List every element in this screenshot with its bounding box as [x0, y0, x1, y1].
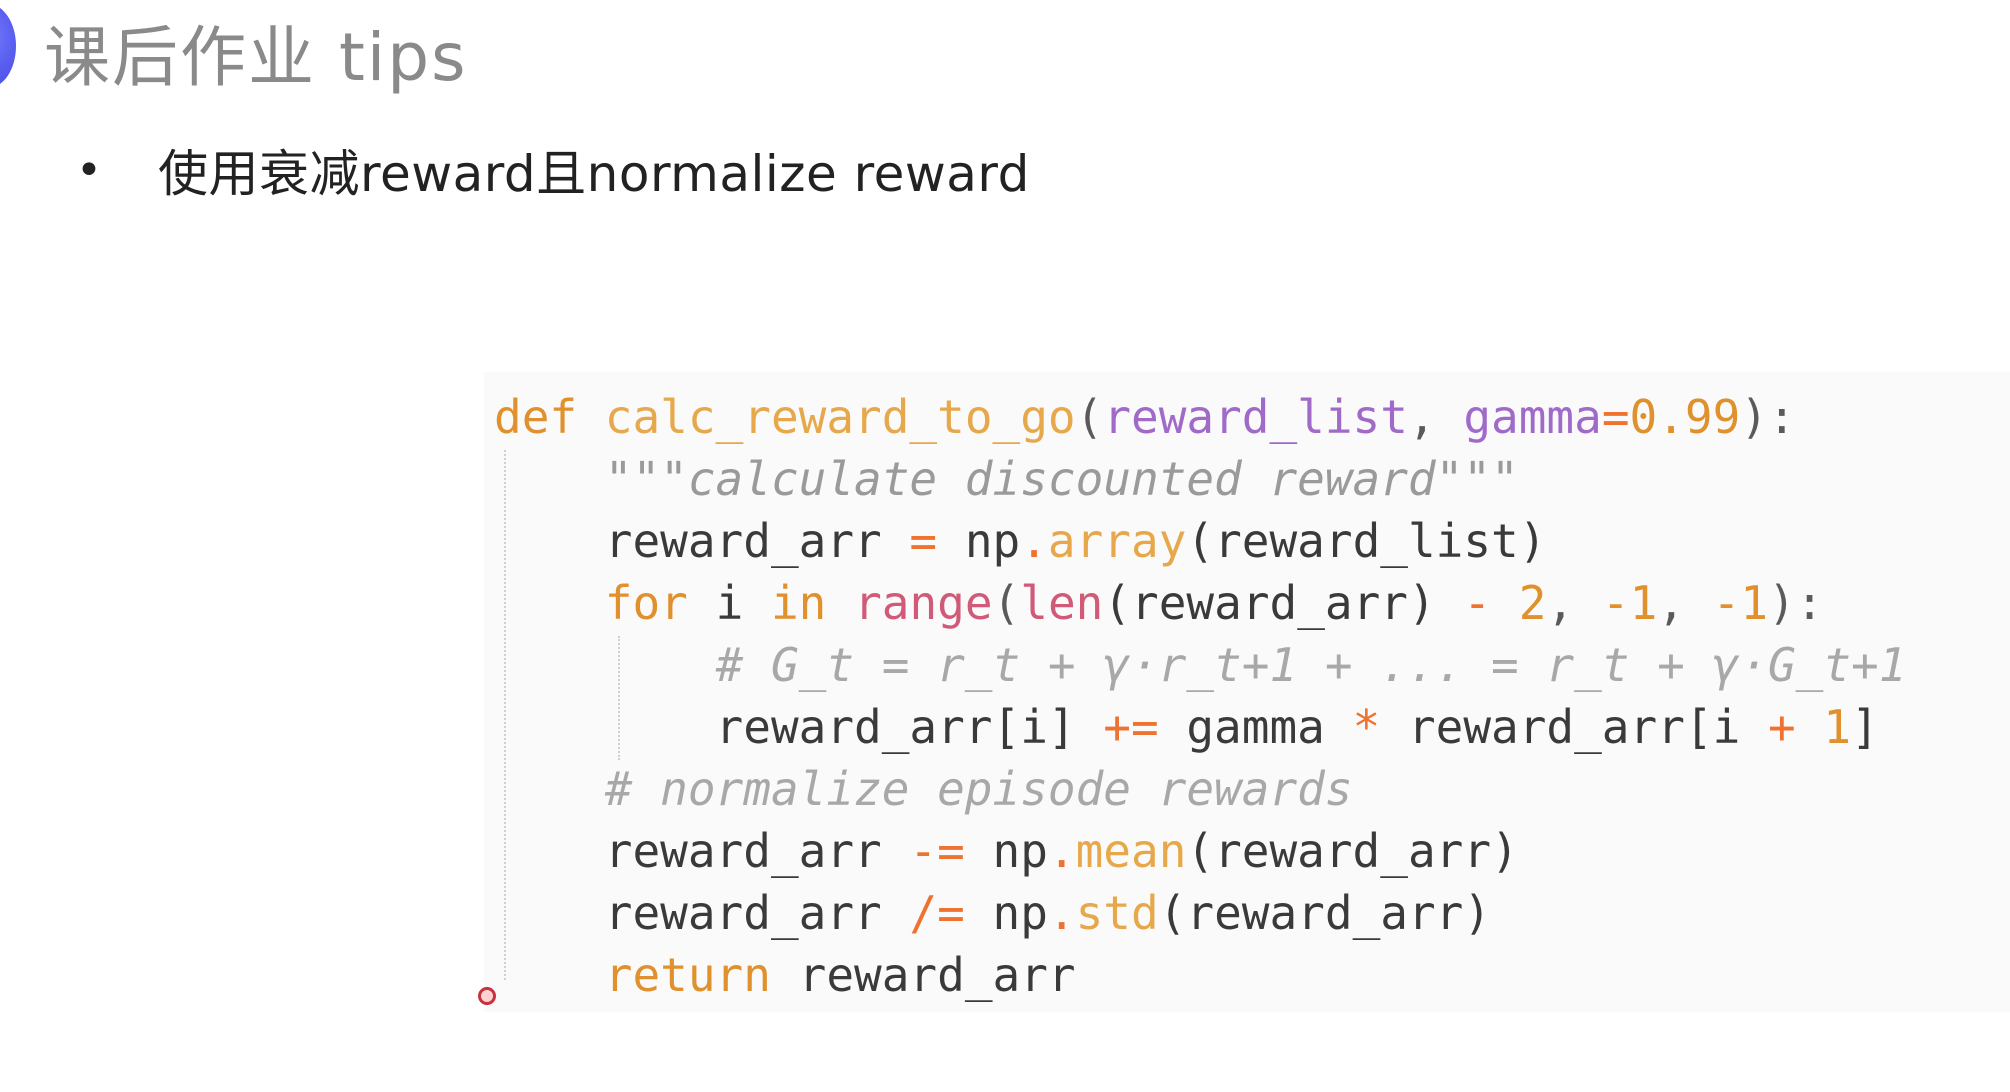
code-line: """calculate discounted reward"""	[494, 448, 1906, 510]
code-token: std	[1075, 886, 1159, 940]
code-token: return	[604, 948, 771, 1002]
code-line: def calc_reward_to_go(reward_list, gamma…	[494, 386, 1906, 448]
code-token: ,	[1657, 576, 1713, 630]
code-token: .	[1047, 824, 1076, 878]
code-token: range	[854, 576, 993, 630]
code-token: np	[964, 886, 1048, 940]
code-token: calc_reward_to_go	[604, 390, 1076, 444]
code-token: ,	[1546, 576, 1602, 630]
code-line: # G_t = r_t + γ·r_t+1 + ... = r_t + γ·G_…	[494, 634, 1907, 696]
code-token: (reward_arr)	[1158, 886, 1492, 940]
code-token: def	[494, 390, 578, 444]
code-token: mean	[1075, 824, 1187, 878]
code-token: """calculate discounted reward"""	[604, 452, 1519, 506]
code-line: reward_arr /= np.std(reward_arr)	[494, 882, 1906, 944]
code-token: -1	[1712, 576, 1769, 630]
code-token: array	[1047, 514, 1187, 568]
code-token: reward_arr[i]	[494, 700, 1104, 754]
code-token: (	[1075, 390, 1104, 444]
code-block: def calc_reward_to_go(reward_list, gamma…	[484, 372, 2010, 1012]
code-token: 2	[1518, 576, 1547, 630]
code-token: # G_t = r_t + γ·r_t+1 + ... = r_t + γ·G_…	[715, 638, 1907, 692]
code-token: reward_arr	[770, 948, 1076, 1002]
code-token: reward_list	[1103, 390, 1408, 444]
code-lines: def calc_reward_to_go(reward_list, gamma…	[494, 386, 1906, 1006]
code-line: reward_arr[i] += gamma * reward_arr[i + …	[494, 696, 1906, 758]
code-token: ):	[1740, 390, 1796, 444]
code-token: for	[604, 576, 688, 630]
code-token: len	[1020, 576, 1104, 630]
code-token: -	[1463, 576, 1492, 630]
accent-circle-icon	[0, 4, 16, 88]
code-line: # normalize episode rewards	[494, 758, 1906, 820]
code-token: reward_arr	[494, 886, 910, 940]
code-token: /=	[909, 886, 965, 940]
code-token: ):	[1768, 576, 1824, 630]
code-line: reward_arr -= np.mean(reward_arr)	[494, 820, 1906, 882]
code-token: .	[1020, 514, 1048, 568]
code-line: for i in range(len(reward_arr) - 2, -1, …	[494, 572, 1906, 634]
code-token: ,	[1407, 390, 1464, 444]
code-line: return reward_arr	[494, 944, 1906, 1006]
code-token: =	[1601, 390, 1630, 444]
code-token: .	[1047, 886, 1076, 940]
code-token: +	[1767, 700, 1796, 754]
code-token: gamma	[1158, 700, 1353, 754]
code-token: gamma	[1463, 390, 1602, 444]
code-token: (reward_arr)	[1186, 824, 1519, 878]
code-token: ]	[1851, 700, 1879, 754]
bullet-text: 使用衰减reward且normalize reward	[158, 145, 1030, 203]
code-token: in	[770, 576, 827, 630]
code-token: -=	[909, 824, 965, 878]
code-token: reward_arr	[494, 824, 910, 878]
code-token: (reward_list)	[1186, 514, 1547, 568]
code-line: reward_arr = np.array(reward_list)	[494, 510, 1906, 572]
code-token: =	[909, 514, 938, 568]
code-token: 0.99	[1629, 390, 1741, 444]
code-token: # normalize episode rewards	[604, 762, 1353, 816]
code-token: *	[1352, 700, 1381, 754]
code-token: +=	[1103, 700, 1159, 754]
code-token: (	[992, 576, 1021, 630]
code-token: i	[687, 576, 771, 630]
bullet-icon: •	[76, 144, 102, 196]
code-token: np	[964, 824, 1048, 878]
code-token: (reward_arr)	[1103, 576, 1464, 630]
cursor-dot-icon	[478, 987, 496, 1005]
slide-title: 课后作业 tips	[44, 19, 468, 96]
code-token: -1	[1601, 576, 1658, 630]
code-token: np	[937, 514, 1021, 568]
code-token: 1	[1823, 700, 1852, 754]
bullet-item: • 使用衰减reward且normalize reward	[76, 134, 1030, 206]
code-token: reward_arr[i	[1380, 700, 1768, 754]
code-token: reward_arr	[494, 514, 910, 568]
